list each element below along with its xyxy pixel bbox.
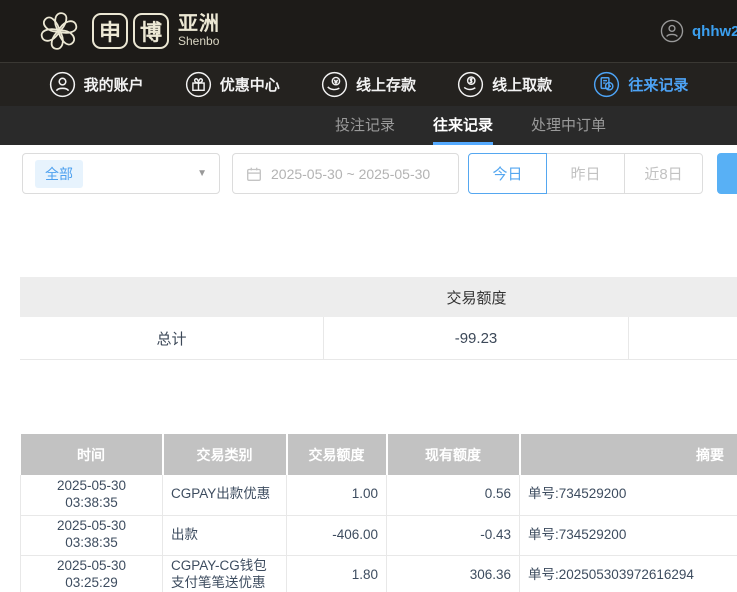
category-select[interactable]: 全部 ▼ [22, 153, 220, 194]
tab-pending-orders[interactable]: 处理中订单 [531, 106, 606, 145]
summary-total-row: 总计 -99.23 [20, 317, 737, 360]
cell-time: 2025-05-30 03:38:35 [21, 515, 163, 555]
col-header-amount: 交易额度 [287, 434, 387, 475]
cell-amount: -406.00 [287, 515, 387, 555]
table-row: 2025-05-30 03:25:29 CGPAY-CG钱包支付笔笔送优惠 1.… [21, 555, 737, 592]
filter-bar: 全部 ▼ 2025-05-30 ~ 2025-05-30 今日 昨日 近8日 [0, 145, 737, 235]
summary-total-label: 总计 [20, 317, 324, 359]
tab-transaction-records[interactable]: 往来记录 [433, 106, 493, 145]
logo-char-bo: 博 [133, 13, 169, 49]
nav-item-withdraw[interactable]: 线上取款 [457, 71, 552, 98]
cell-balance: -0.43 [387, 515, 520, 555]
user-icon [49, 71, 76, 98]
account-menu[interactable]: qhhw2 [660, 0, 737, 62]
search-button[interactable] [717, 153, 737, 194]
records-icon [593, 71, 620, 98]
cell-balance: 0.56 [387, 475, 520, 515]
today-button[interactable]: 今日 [468, 153, 547, 194]
cell-time: 2025-05-30 03:25:29 [21, 555, 163, 592]
date-range-value: 2025-05-30 ~ 2025-05-30 [271, 166, 430, 182]
quick-date-buttons: 今日 昨日 近8日 [468, 153, 703, 194]
cell-type: CGPAY出款优惠 [163, 475, 287, 515]
date-range-input[interactable]: 2025-05-30 ~ 2025-05-30 [232, 153, 459, 194]
chevron-down-icon: ▼ [197, 168, 207, 179]
summary-header-row: 交易额度 [20, 277, 737, 317]
nav-item-deposit[interactable]: 线上存款 [321, 71, 416, 98]
nav-item-promotions[interactable]: 优惠中心 [185, 71, 280, 98]
top-bar: 申 博 亚洲 Shenbo qhhw2 [0, 0, 737, 62]
tab-betting-records[interactable]: 投注记录 [335, 106, 395, 145]
summary-table: 交易额度 总计 -99.23 [20, 277, 737, 360]
nav-item-my-account[interactable]: 我的账户 [49, 71, 144, 98]
logo-char-shen: 申 [92, 13, 128, 49]
summary-total-value: -99.23 [324, 317, 629, 359]
logo-subtitle: Shenbo [178, 35, 220, 48]
category-selected-chip: 全部 [35, 160, 83, 188]
nav-item-transaction-records[interactable]: 往来记录 [593, 71, 688, 98]
cell-summary: 单号:734529200 [520, 475, 737, 515]
username-text: qhhw2 [692, 23, 737, 40]
cell-balance: 306.36 [387, 555, 520, 592]
nav-label: 优惠中心 [220, 74, 280, 95]
cell-summary: 单号:734529200 [520, 515, 737, 555]
records-tab-bar: 投注记录 往来记录 处理中订单 [0, 106, 737, 145]
summary-amount-header: 交易额度 [324, 287, 629, 308]
cell-time: 2025-05-30 03:38:35 [21, 475, 163, 515]
nav-label: 我的账户 [84, 74, 144, 95]
col-header-time: 时间 [21, 434, 163, 475]
shenbo-flower-logo-icon [36, 8, 82, 54]
cell-amount: 1.80 [287, 555, 387, 592]
calendar-icon [245, 165, 263, 183]
user-avatar-icon [660, 19, 684, 43]
cell-summary: 单号:202505303972616294 [520, 555, 737, 592]
col-header-summary: 摘要 [520, 434, 737, 475]
nav-label: 往来记录 [628, 74, 688, 95]
table-row: 2025-05-30 03:38:35 出款 -406.00 -0.43 单号:… [21, 515, 737, 555]
logo-wordmark: 亚洲 Shenbo [178, 14, 220, 48]
last-8-days-button[interactable]: 近8日 [624, 153, 703, 194]
table-row: 2025-05-30 03:38:35 CGPAY出款优惠 1.00 0.56 … [21, 475, 737, 515]
logo-region-text: 亚洲 [178, 14, 220, 35]
table-header-row: 时间 交易类别 交易额度 现有额度 摘要 [21, 434, 737, 475]
cell-type: 出款 [163, 515, 287, 555]
deposit-icon [321, 71, 348, 98]
nav-label: 线上存款 [356, 74, 416, 95]
cell-type: CGPAY-CG钱包支付笔笔送优惠 [163, 555, 287, 592]
withdraw-icon [457, 71, 484, 98]
col-header-balance: 现有额度 [387, 434, 520, 475]
yesterday-button[interactable]: 昨日 [546, 153, 625, 194]
cell-amount: 1.00 [287, 475, 387, 515]
main-navigation: 我的账户 优惠中心 线上存款 线上 [0, 62, 737, 106]
gift-icon [185, 71, 212, 98]
transactions-table: 时间 交易类别 交易额度 现有额度 摘要 2025-05-30 03:38:35… [20, 434, 737, 592]
col-header-type: 交易类别 [163, 434, 287, 475]
nav-label: 线上取款 [492, 74, 552, 95]
